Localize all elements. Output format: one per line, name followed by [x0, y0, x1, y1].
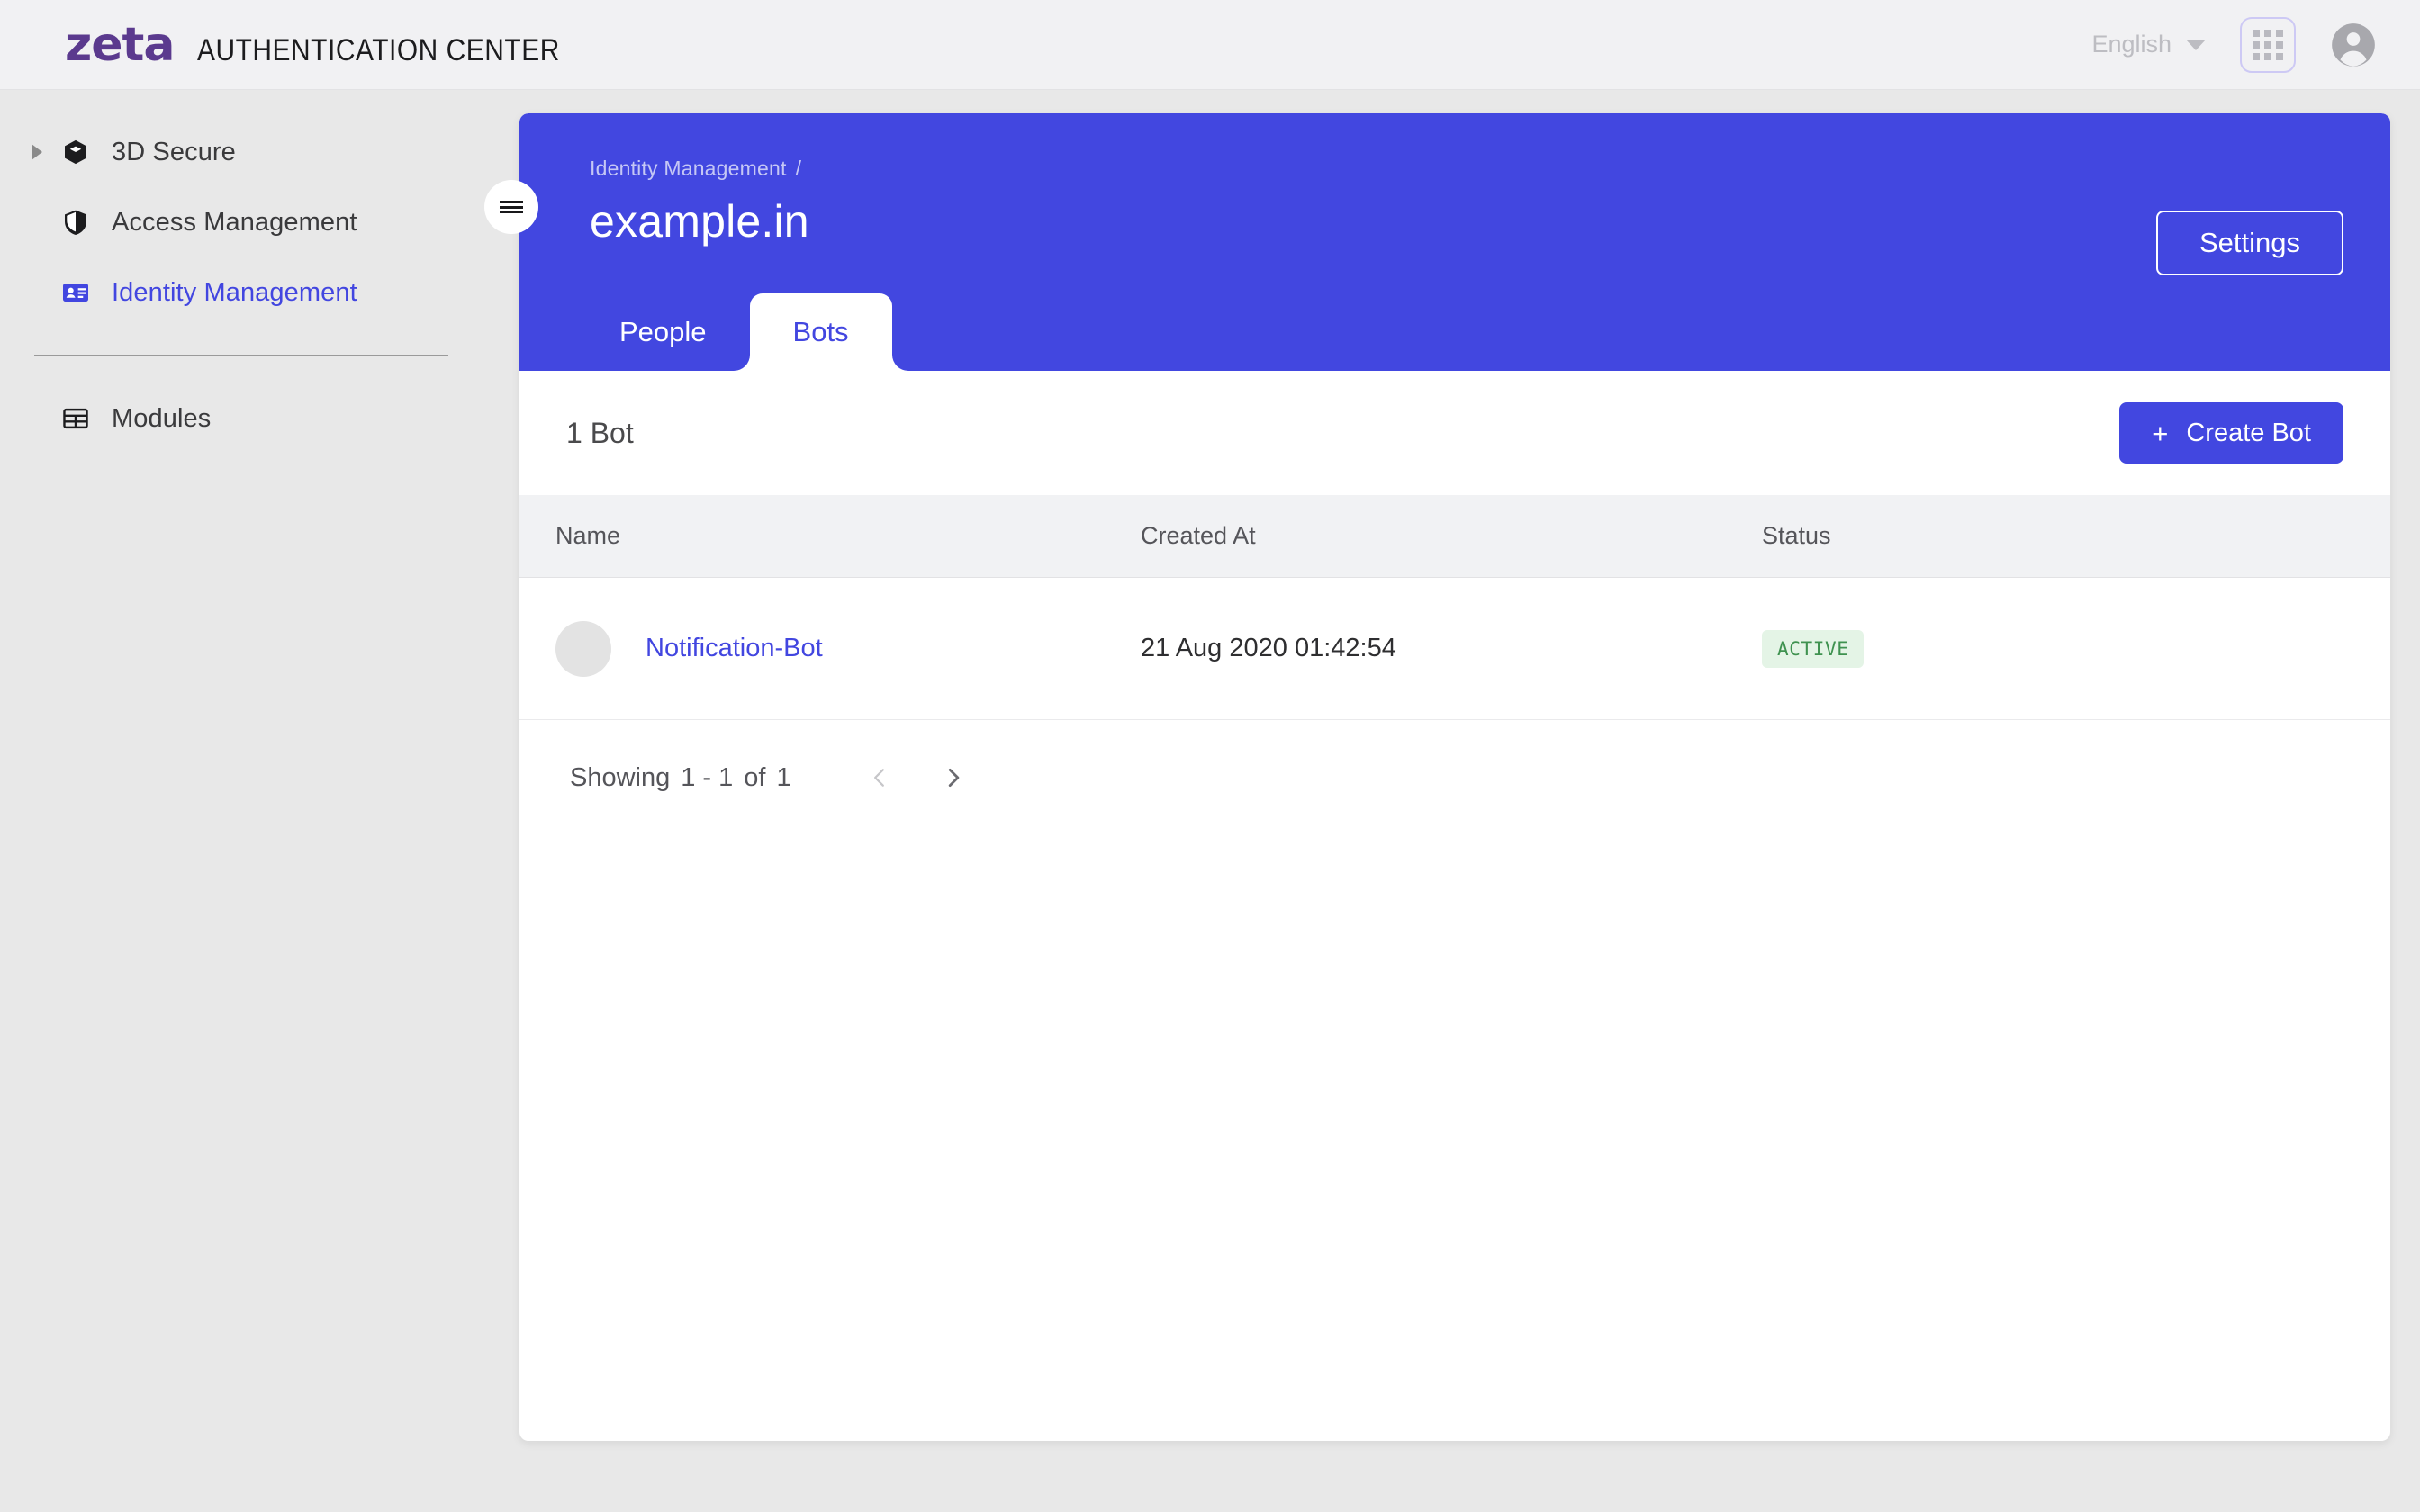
sidebar-item-identity-management[interactable]: Identity Management [0, 257, 518, 328]
chevron-left-icon [873, 769, 884, 787]
sidebar-divider [34, 355, 448, 356]
tab-bots[interactable]: Bots [733, 293, 908, 371]
list-toolbar: 1 Bot + Create Bot [519, 371, 2390, 495]
chevron-right-icon [948, 768, 959, 788]
sidebar-item-label: 3D Secure [112, 137, 236, 166]
id-card-icon [59, 276, 92, 309]
app-header: zeta AUTHENTICATION CENTER English [0, 0, 2420, 90]
breadcrumb-parent-link[interactable]: Identity Management [590, 157, 787, 180]
column-header-created-at: Created At [1141, 522, 1256, 549]
of-word: of [744, 762, 766, 792]
panel-header: Identity Management / example.in Settings… [519, 113, 2390, 371]
tab-label: People [619, 316, 707, 347]
tab-corner-left [733, 355, 750, 371]
pager-controls [862, 760, 971, 796]
sidebar-item-label: Modules [112, 403, 212, 433]
tab-people[interactable]: People [576, 293, 750, 371]
bot-created-at: 21 Aug 2020 01:42:54 [1141, 634, 1396, 662]
page-title: example.in [590, 196, 809, 247]
sidebar-item-access-management[interactable]: Access Management [0, 187, 518, 257]
content-panel: Identity Management / example.in Settings… [519, 113, 2390, 1441]
brand: zeta AUTHENTICATION CENTER [65, 22, 610, 68]
user-avatar-icon [2332, 22, 2375, 67]
chevron-right-icon[interactable] [27, 144, 47, 160]
bot-name-link[interactable]: Notification-Bot [646, 634, 823, 663]
hamburger-menu-icon [500, 199, 523, 216]
create-bot-label: Create Bot [2186, 418, 2311, 447]
sidebar-toggle-button[interactable] [484, 180, 538, 234]
showing-range: 1 - 1 [681, 762, 734, 792]
tab-bar: People Bots [576, 293, 908, 371]
breadcrumb-separator: / [795, 157, 802, 180]
sidebar-item-label: Access Management [112, 207, 357, 237]
plus-icon: + [2152, 417, 2169, 449]
column-header-status: Status [1762, 522, 1831, 549]
apps-grid-button[interactable] [2240, 16, 2296, 73]
prev-page-button[interactable] [862, 760, 898, 796]
showing-word: Showing [570, 762, 671, 792]
breadcrumb: Identity Management / [590, 157, 2343, 181]
shield-icon [59, 206, 92, 238]
account-button[interactable] [2330, 22, 2377, 68]
sidebar-item-modules[interactable]: Modules [0, 383, 518, 454]
table-header-row: Name Created At Status [519, 495, 2390, 578]
settings-button[interactable]: Settings [2156, 211, 2343, 275]
status-badge: ACTIVE [1762, 629, 1865, 668]
pagination: Showing 1 - 1 of 1 [519, 720, 2390, 835]
language-label: English [2091, 31, 2172, 58]
sidebar-item-label: Identity Management [112, 277, 357, 307]
create-bot-button[interactable]: + Create Bot [2119, 402, 2343, 464]
bots-table: Name Created At Status Notification-Bot … [519, 495, 2390, 720]
sidebar: 3D Secure Access Management Identity Man… [0, 90, 518, 1512]
grid-table-icon [59, 402, 92, 435]
header-actions: English [2091, 16, 2377, 73]
showing-total: 1 [776, 762, 791, 792]
language-selector[interactable]: English [2091, 31, 2206, 58]
app-title: AUTHENTICATION CENTER [197, 32, 561, 68]
bot-count-label: 1 Bot [566, 416, 634, 449]
table-row[interactable]: Notification-Bot 21 Aug 2020 01:42:54 AC… [519, 578, 2390, 720]
cube-icon [59, 136, 92, 168]
zeta-logo: zeta [65, 17, 175, 72]
chevron-down-icon [2186, 39, 2206, 50]
next-page-button[interactable] [935, 760, 971, 796]
tab-corner-right [891, 355, 908, 371]
column-header-name: Name [555, 522, 621, 549]
pagination-summary: Showing 1 - 1 of 1 [570, 763, 791, 793]
apps-grid-icon [2253, 29, 2283, 60]
sidebar-item-3d-secure[interactable]: 3D Secure [0, 117, 518, 187]
tab-label: Bots [792, 316, 849, 347]
avatar [555, 620, 611, 677]
